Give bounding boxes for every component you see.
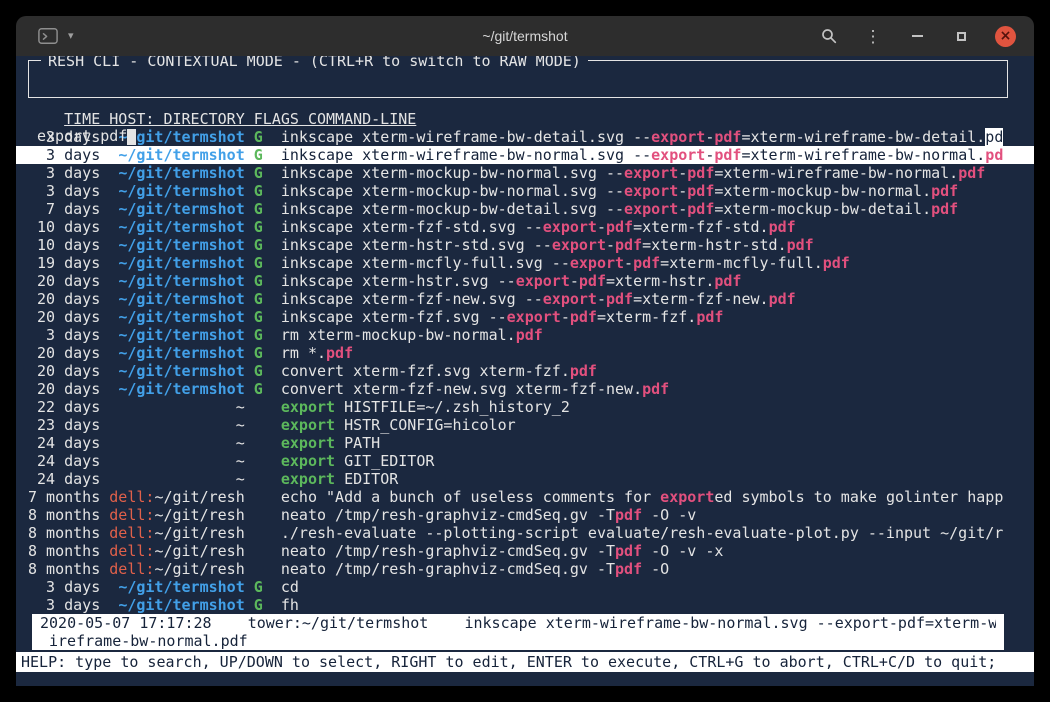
history-row[interactable]: 3 days ~/git/termshot G rm xterm-mockup-… [16,326,1034,344]
desktop: { "window": { "title": "~/git/termshot" … [0,0,1050,702]
restore-icon [957,32,966,41]
history-row[interactable]: 8 months dell:~/git/resh ./resh-evaluate… [16,524,1034,542]
history-row[interactable]: 8 months dell:~/git/resh neato /tmp/resh… [16,542,1034,560]
history-row[interactable]: 7 months dell:~/git/resh echo "Add a bun… [16,488,1034,506]
search-box-title: RESH CLI - CONTEXTUAL MODE - (CTRL+R to … [41,56,588,70]
history-row[interactable]: 8 months dell:~/git/resh neato /tmp/resh… [16,506,1034,524]
history-row[interactable]: 3 days ~/git/termshot G inkscape xterm-m… [16,182,1034,200]
detail-line-2: ireframe-bw-normal.pdf [40,632,996,650]
restore-button[interactable] [951,26,971,46]
history-row[interactable]: 7 days ~/git/termshot G inkscape xterm-m… [16,200,1034,218]
terminal-content: RESH CLI - CONTEXTUAL MODE - (CTRL+R to … [16,56,1034,686]
history-row[interactable]: 22 days ~ export HISTFILE=~/.zsh_history… [16,398,1034,416]
text-cursor-block [127,129,136,145]
search-query-text: export pdf [37,127,127,145]
close-icon: × [1000,29,1012,43]
history-row[interactable]: 20 days ~/git/termshot G inkscape xterm-… [16,272,1034,290]
search-input[interactable]: export pdf [37,127,999,145]
history-row[interactable]: 10 days ~/git/termshot G inkscape xterm-… [16,218,1034,236]
history-row[interactable]: 23 days ~ export HSTR_CONFIG=hicolor [16,416,1034,434]
detail-box: 2020-05-07 17:17:28 tower:~/git/termshot… [32,614,1004,650]
history-row[interactable]: 24 days ~ export GIT_EDITOR [16,452,1034,470]
close-button[interactable]: × [995,26,1016,47]
minimize-button[interactable] [907,26,927,46]
search-icon[interactable] [819,26,839,46]
history-row[interactable]: 10 days ~/git/termshot G inkscape xterm-… [16,236,1034,254]
history-row[interactable]: 3 days ~/git/termshot G fh [16,596,1034,614]
history-row[interactable]: 24 days ~ export PATH [16,434,1034,452]
titlebar: ▾ ~/git/termshot ⋮ × [16,16,1034,56]
history-row[interactable]: 3 days ~/git/termshot G cd [16,578,1034,596]
history-list: 3 days ~/git/termshot G inkscape xterm-w… [16,128,1034,614]
kebab-menu-icon[interactable]: ⋮ [863,26,883,46]
history-row[interactable]: 24 days ~ export EDITOR [16,470,1034,488]
caret-down-icon[interactable]: ▾ [68,31,74,42]
history-row[interactable]: 20 days ~/git/termshot G rm *.pdf [16,344,1034,362]
terminal-window: ▾ ~/git/termshot ⋮ × RESH CLI - CONTEXTU… [16,16,1034,686]
history-row[interactable]: 20 days ~/git/termshot G inkscape xterm-… [16,308,1034,326]
history-row[interactable]: 20 days ~/git/termshot G convert xterm-f… [16,380,1034,398]
new-tab-icon[interactable] [38,26,58,46]
help-bar: HELP: type to search, UP/DOWN to select,… [16,652,1034,672]
history-row[interactable]: 20 days ~/git/termshot G convert xterm-f… [16,362,1034,380]
detail-line-1: 2020-05-07 17:17:28 tower:~/git/termshot… [40,614,996,632]
history-row[interactable]: 20 days ~/git/termshot G inkscape xterm-… [16,290,1034,308]
minimize-icon [912,35,923,37]
search-box: RESH CLI - CONTEXTUAL MODE - (CTRL+R to … [28,60,1008,98]
history-row[interactable]: 8 months dell:~/git/resh neato /tmp/resh… [16,560,1034,578]
history-row[interactable]: 19 days ~/git/termshot G inkscape xterm-… [16,254,1034,272]
